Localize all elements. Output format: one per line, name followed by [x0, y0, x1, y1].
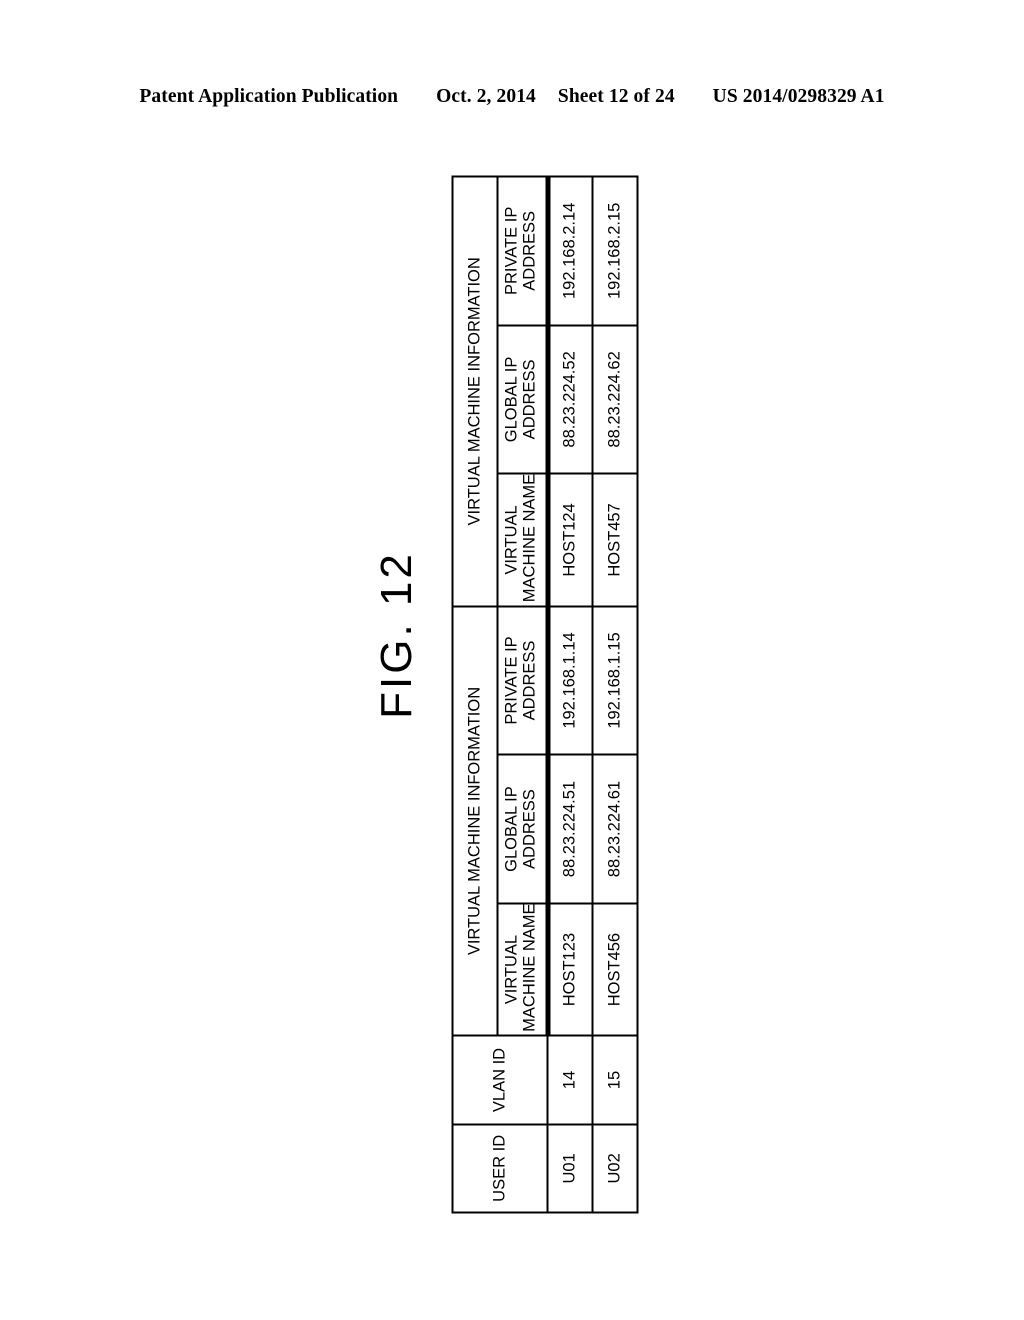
cell-vm2-private-ip: 192.168.2.15 [592, 176, 638, 325]
cell-vm2-name: HOST457 [592, 473, 638, 606]
column-header-vm1-global-ip: GLOBAL IP ADDRESS [497, 754, 548, 903]
cell-vm1-global-ip: 88.23.224.61 [592, 754, 638, 903]
sheet-number: Sheet 12 of 24 [557, 86, 675, 107]
vm1-name-header-line1: VIRTUAL [502, 934, 521, 1004]
column-header-vm1-private-ip: PRIVATE IP ADDRESS [497, 605, 548, 755]
vm1-private-ip-header-line1: PRIVATE IP [502, 635, 521, 725]
vm2-private-ip-header-line1: PRIVATE IP [502, 206, 521, 295]
cell-vm2-global-ip: 88.23.224.52 [547, 324, 593, 474]
vm2-name-header-line2: MACHINE NAME [520, 473, 539, 602]
group-header-vm-info-2: VIRTUAL MACHINE INFORMATION [452, 176, 498, 606]
publication-header: Patent Application Publication Oct. 2, 2… [0, 86, 1024, 108]
table-group-header-row: USER ID VLAN ID VIRTUAL MACHINE INFORMAT… [452, 176, 548, 1212]
cell-vm1-name: HOST123 [547, 902, 593, 1036]
cell-vlan-id: 15 [592, 1035, 638, 1124]
column-header-vm1-name: VIRTUAL MACHINE NAME [497, 902, 548, 1036]
cell-vm1-private-ip: 192.168.1.15 [592, 605, 638, 755]
document-number: US 2014/0298329 A1 [712, 86, 885, 107]
figure-table-container: USER ID VLAN ID VIRTUAL MACHINE INFORMAT… [451, 175, 639, 1213]
table-row: U02 15 HOST456 88.23.224.61 192.168.1.15… [592, 176, 638, 1212]
column-header-vm2-name: VIRTUAL MACHINE NAME [497, 473, 548, 606]
vm2-global-ip-header-line1: GLOBAL IP [502, 356, 521, 442]
virtual-machine-table: USER ID VLAN ID VIRTUAL MACHINE INFORMAT… [451, 175, 639, 1213]
column-header-user-id: USER ID [452, 1123, 548, 1212]
cell-vm2-name: HOST124 [547, 473, 593, 606]
vm1-global-ip-header-line2: ADDRESS [520, 788, 539, 869]
figure-label: FIG. 12 [372, 551, 421, 719]
cell-vm2-private-ip: 192.168.2.14 [547, 176, 593, 325]
publication-date: Oct. 2, 2014 [436, 86, 536, 107]
cell-user-id: U02 [592, 1123, 638, 1212]
cell-vm2-global-ip: 88.23.224.62 [592, 324, 638, 474]
cell-vlan-id: 14 [547, 1035, 593, 1124]
table-row: U01 14 HOST123 88.23.224.51 192.168.1.14… [547, 176, 593, 1212]
vm1-name-header-line2: MACHINE NAME [520, 903, 539, 1032]
cell-user-id: U01 [547, 1123, 593, 1212]
publication-title: Patent Application Publication [139, 86, 399, 107]
cell-vm1-global-ip: 88.23.224.51 [547, 754, 593, 903]
vm2-private-ip-header-line2: ADDRESS [520, 210, 539, 291]
vm2-name-header-line1: VIRTUAL [502, 504, 521, 575]
cell-vm1-private-ip: 192.168.1.14 [547, 605, 593, 755]
column-header-vlan-id: VLAN ID [452, 1035, 548, 1124]
vm2-global-ip-header-line2: ADDRESS [520, 359, 539, 439]
column-header-vm2-private-ip: PRIVATE IP ADDRESS [497, 176, 548, 325]
column-header-vm2-global-ip: GLOBAL IP ADDRESS [497, 324, 548, 474]
vm1-global-ip-header-line1: GLOBAL IP [502, 785, 521, 872]
vm1-private-ip-header-line2: ADDRESS [520, 640, 539, 720]
cell-vm1-name: HOST456 [592, 902, 638, 1036]
group-header-vm-info-1: VIRTUAL MACHINE INFORMATION [452, 605, 498, 1036]
